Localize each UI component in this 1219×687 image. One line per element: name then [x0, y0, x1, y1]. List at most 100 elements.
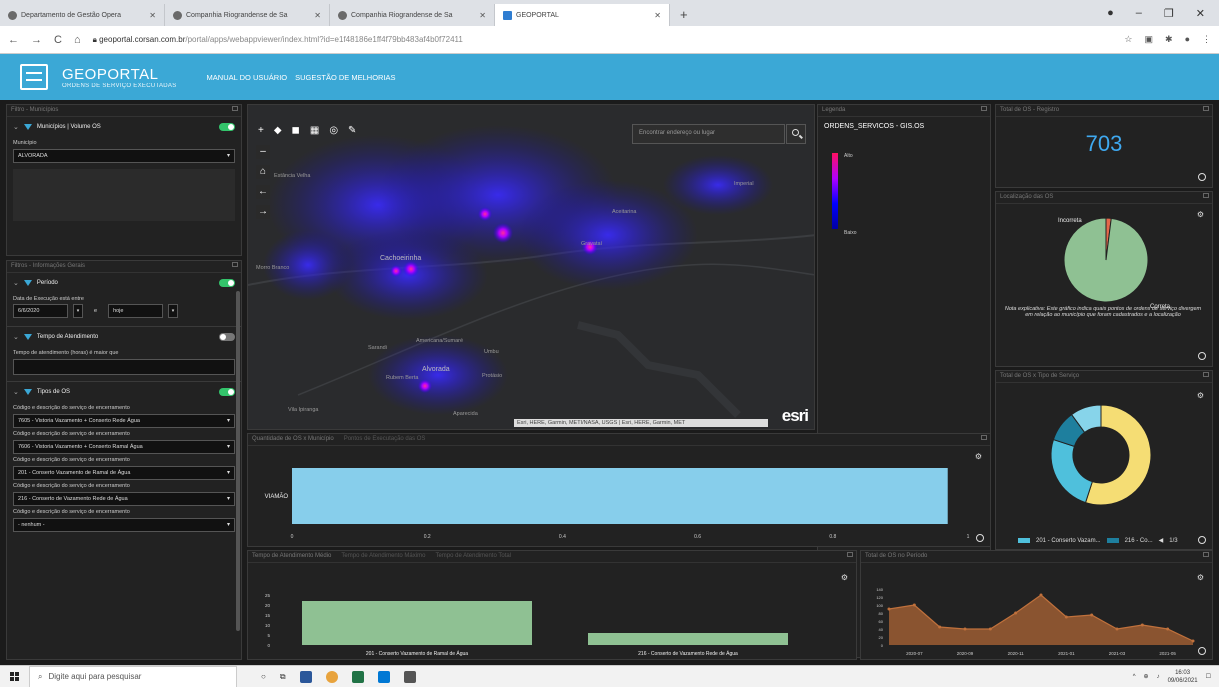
menu-icon[interactable]: ⋮ — [1202, 34, 1211, 45]
reload-icon[interactable]: C — [54, 34, 62, 46]
tray-up-icon[interactable]: ^ — [1133, 674, 1136, 680]
close-window-button[interactable]: ✕ — [1196, 7, 1205, 20]
puzzle-icon[interactable]: ✱ — [1165, 34, 1173, 45]
minimize-button[interactable]: – — [1136, 7, 1142, 20]
notifications-icon[interactable]: ☐ — [1206, 673, 1211, 680]
data-point — [887, 607, 891, 611]
date-to-dropdown[interactable]: ▾ — [168, 304, 179, 318]
account-icon[interactable]: ● — [1185, 34, 1190, 45]
new-tab-button[interactable]: + — [670, 7, 698, 26]
municipio-select[interactable]: ALVORADA ▾ — [13, 149, 235, 163]
chevron-down-icon[interactable]: ⌄ — [13, 123, 19, 131]
browser-tab-active[interactable]: GEOPORTAL ✕ — [495, 4, 670, 26]
refresh-icon[interactable] — [1198, 647, 1206, 655]
window-controls: ● – ❐ ✕ — [1093, 7, 1219, 26]
dropdown-arrow-icon: ▾ — [226, 470, 230, 476]
map-label: Aparecida — [453, 411, 478, 417]
star-icon[interactable]: ☆ — [1124, 34, 1132, 45]
zoom-out-button[interactable]: – — [256, 145, 270, 159]
date-to-input[interactable]: hoje — [108, 304, 164, 318]
periodo-toggle[interactable] — [219, 279, 235, 287]
tab-maximo[interactable]: Tempo de Atendimento Máximo — [341, 553, 425, 559]
maximize-icon[interactable] — [1203, 106, 1209, 111]
home-icon[interactable]: ⌂ — [74, 34, 81, 46]
tipos-toggle[interactable] — [219, 388, 235, 396]
home-extent-icon[interactable]: ⌂ — [256, 165, 270, 179]
layers-icon[interactable]: ◆ — [274, 125, 282, 136]
map-label: Rubem Berta — [386, 375, 419, 381]
app-icon[interactable] — [403, 670, 416, 683]
volume-icon[interactable]: ♪ — [1157, 674, 1160, 680]
maximize-icon[interactable] — [981, 106, 987, 111]
maximize-icon[interactable] — [1203, 372, 1209, 377]
maximize-icon[interactable] — [981, 435, 987, 440]
tipo-select[interactable]: 7605 - Vistoria Vazamento + Conserto Red… — [13, 414, 235, 428]
grid-icon[interactable]: ▦ — [310, 125, 319, 136]
windows-start-icon[interactable] — [10, 672, 19, 681]
close-tab-icon[interactable]: ✕ — [314, 11, 321, 20]
panel-scrollbar[interactable] — [236, 291, 240, 631]
pie-slice — [1063, 217, 1149, 303]
refresh-icon[interactable] — [1198, 352, 1206, 360]
network-icon[interactable]: ⊕ — [1144, 673, 1149, 680]
previous-extent-icon[interactable]: ← — [256, 185, 270, 199]
profile-icon[interactable]: ● — [1107, 7, 1114, 20]
tempo-toggle[interactable] — [219, 333, 235, 341]
refresh-icon[interactable] — [1198, 536, 1206, 544]
cortana-icon[interactable]: ○ — [261, 672, 266, 681]
extension-icon[interactable]: ▣ — [1145, 34, 1154, 45]
refresh-icon[interactable] — [1198, 173, 1206, 181]
app-icon[interactable] — [299, 670, 312, 683]
tipo-select[interactable]: 201 - Conserto Vazamento de Ramal de Águ… — [13, 466, 235, 480]
url-field[interactable]: 🔒︎ geoportal.corsan.com.br/portal/apps/w… — [93, 35, 463, 45]
chevron-down-icon[interactable]: ⌄ — [13, 279, 19, 287]
tempo-section-header[interactable]: ⌄ Tempo de Atendimento — [7, 327, 241, 347]
tipo-select[interactable]: 216 - Conserto de Vazamento Rede de Água… — [13, 492, 235, 506]
taskbar-search[interactable]: ⌕ Digite aqui para pesquisar — [29, 665, 237, 687]
map-search-button[interactable] — [786, 124, 806, 144]
municipio-toggle[interactable] — [219, 123, 235, 131]
maximize-icon[interactable] — [1203, 552, 1209, 557]
date-from-dropdown[interactable]: ▾ — [73, 304, 83, 318]
locate-icon[interactable]: ◎ — [329, 125, 338, 136]
back-icon[interactable]: ← — [8, 34, 19, 46]
app-icon[interactable] — [351, 670, 364, 683]
refresh-icon[interactable] — [976, 534, 984, 542]
tab-total[interactable]: Tempo de Atendimento Total — [435, 553, 511, 559]
tipos-section-header[interactable]: ⌄ Tipos de OS — [7, 382, 241, 402]
maximize-icon[interactable] — [232, 106, 238, 111]
chevron-down-icon[interactable]: ⌄ — [13, 333, 19, 341]
periodo-section-header[interactable]: ⌄ Período — [7, 273, 241, 293]
maximize-icon[interactable] — [1203, 193, 1209, 198]
date-from-input[interactable]: 6/6/2020 — [13, 304, 68, 318]
task-view-icon[interactable]: ⧉ — [280, 672, 286, 682]
outlook-icon[interactable] — [377, 670, 390, 683]
close-tab-icon[interactable]: ✕ — [149, 11, 156, 20]
next-extent-icon[interactable]: → — [256, 205, 270, 219]
chrome-icon[interactable] — [325, 670, 338, 683]
clock[interactable]: 16:03 09/06/2021 — [1168, 669, 1198, 685]
forward-icon[interactable]: → — [31, 34, 42, 46]
tipo-select[interactable]: - nenhum - ▾ — [13, 518, 235, 532]
measure-icon[interactable]: ✎ — [348, 125, 356, 136]
browser-tab[interactable]: Departamento de Gestão Opera ✕ — [0, 4, 165, 26]
close-tab-icon[interactable]: ✕ — [654, 11, 661, 20]
zoom-in-button[interactable]: + — [258, 125, 264, 136]
heatmap-map[interactable]: + ◆ ◼︎ ▦ ◎ ✎ – ⌂ ← → Estância Velha Impe… — [247, 104, 815, 430]
tab-pontos[interactable]: Pontos de Executação das OS — [344, 436, 426, 442]
chevron-down-icon[interactable]: ⌄ — [13, 388, 19, 396]
nav-sugestao[interactable]: SUGESTÃO DE MELHORIAS — [295, 73, 395, 82]
browser-tab[interactable]: Companhia Riograndense de Sa ✕ — [330, 4, 495, 26]
maximize-icon[interactable] — [232, 262, 238, 267]
tipo-select[interactable]: 7606 - Vistoria Vazamento + Conserto Ram… — [13, 440, 235, 454]
municipio-section-header[interactable]: ⌄ Municípios | Volume OS — [7, 117, 241, 137]
maximize-button[interactable]: ❐ — [1164, 7, 1174, 20]
maximize-icon[interactable] — [847, 552, 853, 557]
nav-manual[interactable]: MANUAL DO USUÁRIO — [207, 73, 288, 82]
map-search-input[interactable]: Encontrar endereço ou lugar — [632, 124, 785, 144]
tempo-input[interactable] — [13, 359, 235, 375]
close-tab-icon[interactable]: ✕ — [479, 11, 486, 20]
browser-tab[interactable]: Companhia Riograndense de Sa ✕ — [165, 4, 330, 26]
legend-prev-icon[interactable]: ◀ — [1159, 537, 1164, 544]
basemap-icon[interactable]: ◼︎ — [292, 125, 300, 136]
